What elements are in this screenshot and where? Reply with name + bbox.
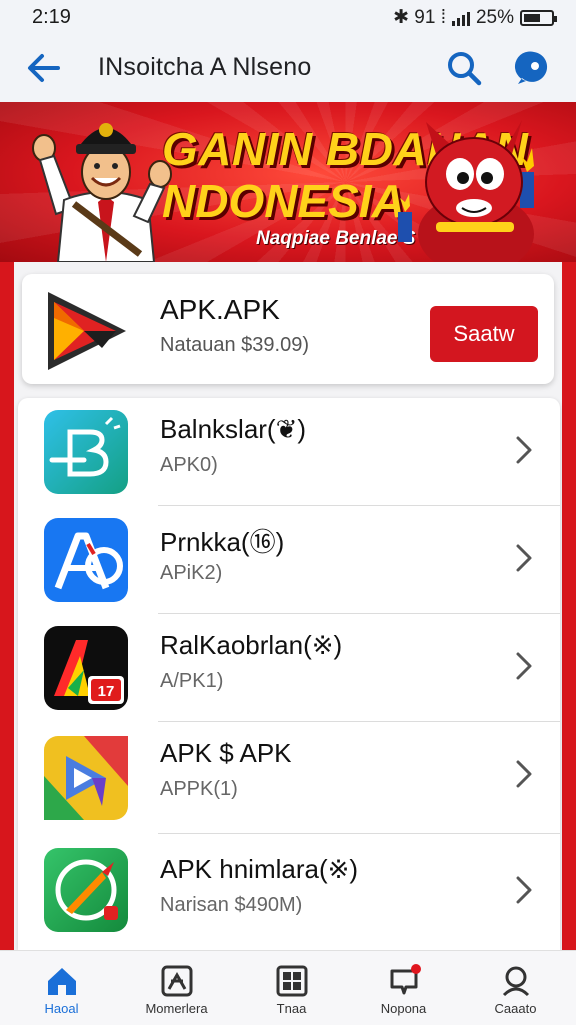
officer-illustration — [32, 123, 172, 262]
grid-icon — [276, 965, 308, 997]
featured-app-card[interactable]: APK.APK Natauan $39.09) Saatw — [22, 274, 554, 384]
app-bar: INsoitcha A Nlseno — [0, 34, 576, 102]
app-subtitle: Narisan $490M) — [160, 894, 303, 916]
help-icon[interactable] — [514, 48, 554, 88]
battery-icon — [520, 9, 557, 26]
chevron-right-icon — [516, 544, 532, 572]
banner-subtitle: Naqpiae Benlae S — [256, 228, 416, 249]
nav-label: Momerlera — [145, 1001, 208, 1016]
promo-banner[interactable]: GANIN BDAHAN NDONESIA Naqpiae Benlae S — [0, 102, 576, 262]
frame-left — [0, 262, 14, 950]
list-item[interactable]: 17 RalKaobrlan(※) A/PK1) — [18, 614, 560, 722]
nav-label: Nopona — [380, 1001, 427, 1016]
list-item[interactable]: Balnkslar(❦) APK0) — [18, 398, 560, 506]
featured-action-button[interactable]: Saatw — [430, 306, 538, 362]
signal-icon — [451, 10, 470, 26]
frame-right — [562, 262, 576, 950]
nav-label: Caaato — [494, 1001, 537, 1016]
app-badge: 17 — [98, 683, 115, 700]
nav-home[interactable]: Haoal — [4, 951, 119, 1025]
status-icons-text: ✱ 91 ⁞ — [393, 7, 446, 28]
nav-apps[interactable]: Momerlera — [119, 951, 234, 1025]
chevron-right-icon — [516, 876, 532, 904]
nav-notifications[interactable]: Nopona — [346, 951, 461, 1025]
list-item[interactable]: APK $ APK APPK(1) — [18, 722, 560, 834]
app-play-icon — [44, 736, 128, 820]
app-name: RalKaobrlan(※) — [160, 630, 343, 660]
featured-play-icon — [48, 292, 126, 370]
page-title: INsoitcha A Nlseno — [98, 53, 312, 81]
app-name: APK $ APK — [160, 738, 292, 768]
search-icon[interactable] — [444, 48, 484, 88]
battery-percent: 25% — [475, 6, 514, 28]
bottom-navigation: Haoal Momerlera Tnaa Nopona Caaato — [0, 950, 576, 1025]
app-a-blue-icon — [44, 518, 128, 602]
app-subtitle: A/PK1) — [160, 670, 224, 692]
nav-label: Tnaa — [276, 1001, 307, 1016]
chevron-right-icon — [516, 652, 532, 680]
banner-headline-2: NDONESIA — [162, 175, 405, 227]
featured-app-name: APK.APK — [160, 294, 280, 325]
apps-icon — [161, 965, 193, 997]
nav-profile[interactable]: Caaato — [458, 951, 573, 1025]
app-subtitle: APK0) — [160, 454, 218, 476]
app-a-dark-icon: 17 — [44, 626, 128, 710]
mascot-illustration — [398, 120, 534, 262]
featured-app-price: Natauan $39.09) — [160, 334, 310, 356]
nav-grid[interactable]: Tnaa — [234, 951, 349, 1025]
notification-icon — [390, 964, 421, 995]
app-name: Prnkka(⑯) — [160, 527, 285, 557]
status-time: 2:19 — [32, 6, 71, 28]
status-bar: 2:19 ✱ 91 ⁞ 25% — [0, 0, 576, 34]
app-subtitle: APiK2) — [160, 562, 223, 584]
app-subtitle: APPK(1) — [160, 778, 238, 800]
app-name: Balnkslar(❦) — [160, 414, 307, 444]
profile-search-icon — [502, 966, 530, 997]
back-arrow-icon[interactable] — [24, 50, 64, 86]
app-name: APK hnimlara(※) — [160, 854, 359, 884]
list-item[interactable]: APK hnimlara(※) Narisan $490M) — [18, 834, 560, 950]
app-compass-icon — [44, 848, 128, 932]
home-icon — [48, 968, 76, 995]
chevron-right-icon — [516, 436, 532, 464]
chevron-right-icon — [516, 760, 532, 788]
list-item[interactable]: Prnkka(⑯) APiK2) — [18, 506, 560, 614]
nav-label: Haoal — [44, 1001, 79, 1016]
status-indicators: ✱ 91 ⁞ 25% — [393, 6, 557, 29]
app-list: Balnkslar(❦) APK0) Prnkka(⑯) APiK2) 17 R… — [18, 398, 560, 950]
app-b-icon — [44, 410, 128, 494]
